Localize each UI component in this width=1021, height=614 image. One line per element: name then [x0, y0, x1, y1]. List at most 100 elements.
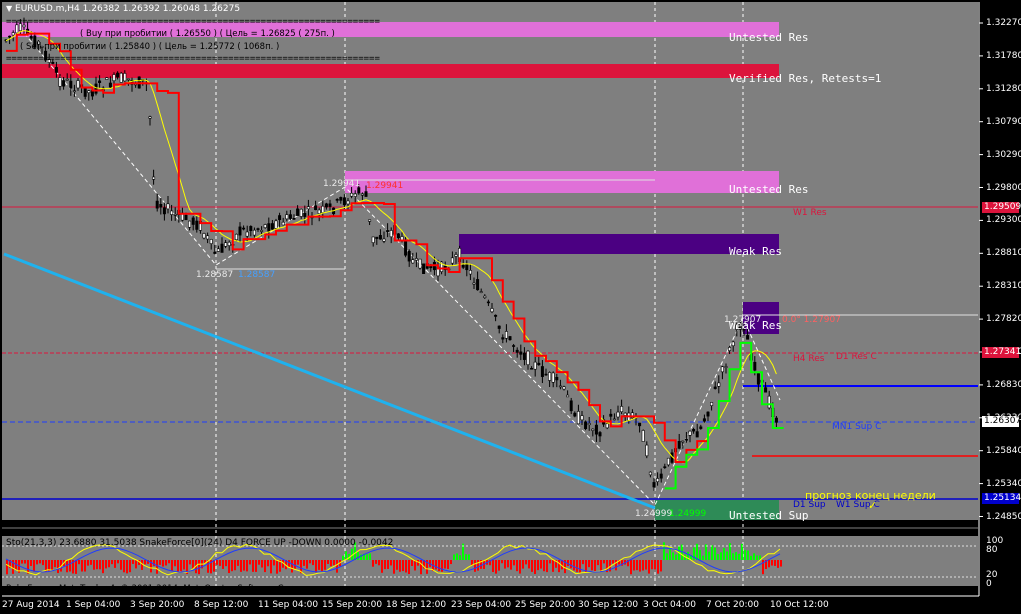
d1-res-label: D1 Res C: [836, 352, 877, 362]
trough-1-label: 1.28587: [196, 270, 234, 280]
histogram-bar: [588, 560, 590, 568]
candle-body: [328, 203, 332, 207]
candle-body: [368, 219, 372, 222]
candle-body: [360, 193, 364, 196]
candle-body: [548, 372, 552, 381]
candle-body: [422, 263, 426, 275]
candle-body: [98, 80, 102, 83]
candle-body: [270, 223, 274, 230]
candle-body: [382, 238, 386, 242]
candle-body: [702, 418, 706, 422]
histogram-bar: [33, 560, 35, 572]
histogram-bar: [309, 560, 311, 564]
candle-body: [569, 400, 573, 412]
histogram-bar: [447, 560, 449, 569]
histogram-bar: [711, 545, 713, 560]
time-tick-label: 23 Sep 04:00: [451, 600, 512, 610]
histogram-bar: [672, 552, 674, 560]
histogram-bar: [159, 560, 161, 565]
histogram-bar: [531, 560, 533, 572]
candle-body: [184, 214, 188, 221]
histogram-bar: [267, 560, 269, 567]
histogram-bar: [129, 560, 131, 573]
candle-body: [450, 257, 454, 264]
histogram-bar: [261, 560, 263, 568]
price-tick-label: 1.28810: [986, 248, 1021, 259]
histogram-bar: [708, 551, 710, 560]
time-tick-label: 18 Sep 12:00: [386, 600, 447, 610]
candle-body: [551, 372, 555, 383]
histogram-bar: [114, 560, 116, 568]
histogram-bar: [294, 560, 296, 569]
candle-body: [245, 231, 249, 237]
histogram-bar: [375, 560, 377, 564]
candle-body: [404, 241, 408, 256]
histogram-bar: [243, 560, 245, 571]
candle-body: [454, 254, 458, 257]
histogram-bar: [636, 560, 638, 571]
histogram-bar: [198, 560, 200, 575]
histogram-bar: [519, 560, 521, 574]
candle-body: [126, 78, 130, 81]
trough-2-green-label: 1.24999: [669, 509, 707, 519]
histogram-bar: [600, 560, 602, 572]
time-tick-label: 15 Sep 20:00: [322, 600, 383, 610]
time-tick-label: 30 Sep 12:00: [578, 600, 639, 610]
candle-body: [256, 228, 260, 230]
candle-body: [659, 473, 663, 479]
histogram-bar: [768, 560, 770, 568]
sell-signal: ( Sell при пробитии ( 1.25840 ) ( Цель =…: [20, 42, 280, 52]
candle-body: [584, 421, 588, 429]
candle-body: [281, 221, 285, 226]
histogram-bar: [750, 555, 752, 560]
price-tick-label: 1.30290: [986, 149, 1021, 160]
histogram-bar: [615, 560, 617, 571]
candle-body: [162, 207, 166, 215]
histogram-bar: [288, 560, 290, 568]
histogram-bar: [87, 560, 89, 566]
histogram-bar: [258, 560, 260, 565]
candle-body: [321, 205, 325, 213]
histogram-bar: [246, 560, 248, 572]
candle-body: [609, 413, 613, 417]
candle-body: [605, 423, 609, 429]
histogram-bar: [102, 560, 104, 574]
candle-body: [699, 426, 703, 429]
candle-body: [173, 213, 177, 216]
histogram-bar: [771, 560, 773, 566]
histogram-bar: [714, 547, 716, 560]
dropdown-icon[interactable]: ▼: [6, 4, 12, 13]
histogram-bar: [6, 560, 8, 575]
histogram-bar: [222, 560, 224, 569]
candle-body: [389, 230, 393, 238]
histogram-bar: [396, 560, 398, 570]
candle-body: [317, 209, 321, 214]
candle-body: [638, 422, 642, 427]
histogram-bar: [441, 560, 443, 572]
histogram-bar: [633, 560, 635, 571]
chart-canvas[interactable]: [0, 0, 1021, 614]
histogram-bar: [273, 560, 275, 566]
candle-body: [645, 444, 649, 457]
candle-body: [296, 208, 300, 216]
histogram-bar: [402, 560, 404, 572]
candle-body: [656, 478, 660, 483]
histogram-bar: [744, 549, 746, 560]
histogram-bar: [219, 560, 221, 566]
candle-body: [238, 226, 242, 236]
histogram-bar: [546, 560, 548, 573]
candle-body: [620, 406, 624, 413]
histogram-bar: [315, 560, 317, 573]
price-tick-label: 1.29300: [986, 215, 1021, 226]
candle-body: [526, 350, 530, 366]
price-tick-label: 1.31780: [986, 50, 1021, 61]
candle-body: [209, 239, 213, 244]
histogram-bar: [576, 560, 578, 572]
histogram-bar: [108, 560, 110, 568]
peak-1-red-label: 1.29941: [366, 181, 404, 191]
candle-body: [278, 215, 282, 221]
histogram-bar: [774, 560, 776, 566]
histogram-bar: [552, 560, 554, 572]
price-tag-sup: 1.25134: [982, 493, 1021, 504]
histogram-bar: [30, 560, 32, 566]
